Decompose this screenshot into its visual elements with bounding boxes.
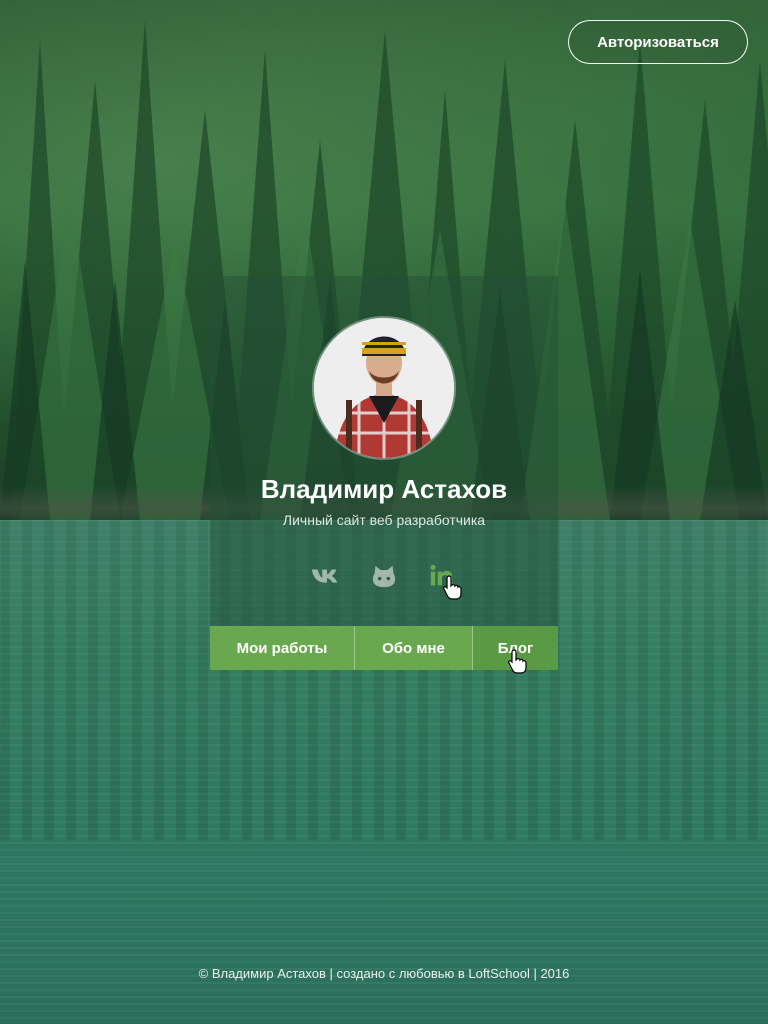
vk-icon[interactable] bbox=[310, 562, 342, 590]
login-button[interactable]: Авторизоваться bbox=[568, 20, 748, 64]
hand-cursor-icon bbox=[508, 649, 527, 674]
profile-subtitle: Личный сайт веб разработчика bbox=[282, 512, 486, 528]
hand-cursor-icon bbox=[443, 575, 462, 600]
vk-icon-glyph bbox=[311, 569, 338, 583]
nav-my-works[interactable]: Мои работы bbox=[210, 626, 355, 670]
footer-text: © Владимир Астахов | создано с любовью в… bbox=[198, 966, 570, 981]
social-links bbox=[210, 562, 558, 590]
profile-photo bbox=[314, 318, 454, 458]
profile-card: Владимир Астахов Личный сайт веб разрабо… bbox=[210, 276, 558, 670]
github-icon-glyph bbox=[372, 565, 396, 588]
nav-about-me[interactable]: Обо мне bbox=[355, 626, 473, 670]
profile-name: Владимир Астахов bbox=[260, 474, 508, 504]
github-icon[interactable] bbox=[368, 562, 400, 590]
avatar bbox=[314, 318, 454, 458]
main-nav: Мои работы Обо мне Блог bbox=[210, 626, 558, 670]
